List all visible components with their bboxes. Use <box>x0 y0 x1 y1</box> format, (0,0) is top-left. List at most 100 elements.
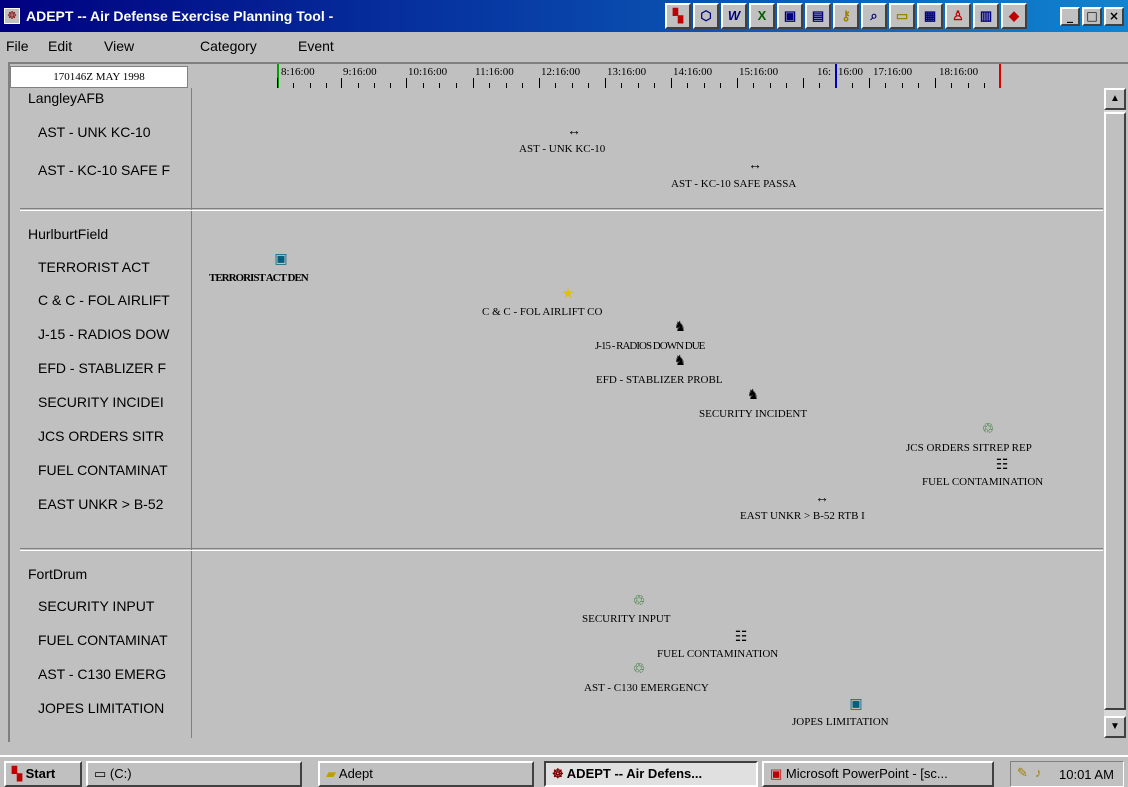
menu-edit[interactable]: Edit <box>48 38 72 54</box>
folder-icon[interactable]: ▭ <box>889 3 915 29</box>
event-label[interactable]: AST - C130 EMERGENCY <box>584 682 709 694</box>
timeline-date: 170146Z MAY 1998 <box>10 66 188 88</box>
row-label[interactable]: EFD - STABLIZER F <box>38 360 190 376</box>
group-title-fortdrum[interactable]: FortDrum <box>28 566 87 582</box>
row-label[interactable]: FUEL CONTAMINAT <box>38 462 190 478</box>
event-label[interactable]: FUEL CONTAMINATION <box>657 648 778 660</box>
knight-icon[interactable]: ♞ <box>672 318 688 334</box>
menu-category[interactable]: Category <box>200 38 257 54</box>
network-icon[interactable]: ♲ <box>631 660 647 676</box>
event-label[interactable]: JOPES LIMITATION <box>792 716 889 728</box>
star-icon[interactable]: ★ <box>560 285 576 301</box>
computer-icon[interactable]: ▣ <box>848 695 864 711</box>
taskbar: ▚ Start ▭ (C:) ▰ Adept ☸ ADEPT -- Air De… <box>0 755 1128 787</box>
volume-icon[interactable]: ♪ <box>1035 765 1042 780</box>
start-label: Start <box>25 766 56 781</box>
group-title-hurlburt[interactable]: HurlburtField <box>28 226 108 242</box>
row-label[interactable]: JCS ORDERS SITR <box>38 428 190 444</box>
row-label[interactable]: SECURITY INCIDEI <box>38 394 190 410</box>
group-title-langley[interactable]: LangleyAFB <box>28 90 104 106</box>
hierarchy-icon[interactable]: ☷ <box>733 628 749 644</box>
event-label[interactable]: SECURITY INCIDENT <box>699 408 807 420</box>
palette-icon[interactable]: ▚ <box>665 3 691 29</box>
row-label[interactable]: TERRORIST ACT <box>38 259 190 275</box>
network-icon[interactable]: ♲ <box>631 592 647 608</box>
diamond-icon[interactable]: ◆ <box>1001 3 1027 29</box>
start-button[interactable]: ▚ Start <box>4 761 82 787</box>
cube-icon[interactable]: ⬡ <box>693 3 719 29</box>
event-label[interactable]: AST - KC-10 SAFE PASSA <box>671 178 796 190</box>
row-label[interactable]: SECURITY INPUT <box>38 598 190 614</box>
event-label[interactable]: EAST UNKR > B-52 RTB I <box>740 510 865 522</box>
tick-label: 9:16:00 <box>343 66 377 78</box>
taskbar-item-adept-window[interactable]: ☸ ADEPT -- Air Defens... <box>544 761 758 787</box>
timeline-plot-area[interactable] <box>193 88 1103 738</box>
presentation-icon[interactable]: ▣ <box>777 3 803 29</box>
row-label[interactable]: EAST UNKR > B-52 <box>38 496 190 512</box>
computer-icon[interactable]: ▣ <box>273 250 289 266</box>
taskbar-item-label: Microsoft PowerPoint - [sc... <box>785 766 948 781</box>
clock[interactable]: 10:01 AM <box>1059 767 1114 782</box>
menu-event[interactable]: Event <box>298 38 334 54</box>
powerpoint-icon: ▣ <box>770 766 783 781</box>
titlebar-toolbar: ▚ ⬡ W X ▣ ▤ ⚷ ⌕ ▭ ▦ ♙ ▥ ◆ <box>665 3 1027 29</box>
menu-view[interactable]: View <box>104 38 134 54</box>
row-label[interactable]: FUEL CONTAMINAT <box>38 632 190 648</box>
pencil-icon[interactable]: ✎ <box>1017 765 1028 781</box>
title-bar[interactable]: ☸ ADEPT -- Air Defense Exercise Planning… <box>0 0 1128 32</box>
knight-icon[interactable]: ♞ <box>672 352 688 368</box>
windows-logo-icon: ▚ <box>12 766 22 781</box>
taskbar-item-label: Adept <box>338 766 373 781</box>
event-label[interactable]: SECURITY INPUT <box>582 613 671 625</box>
menu-file[interactable]: File <box>6 38 29 54</box>
people-icon[interactable]: ♙ <box>945 3 971 29</box>
vertical-scrollbar[interactable]: ▲ ▼ <box>1104 88 1126 738</box>
minimize-button[interactable]: _ <box>1060 7 1080 26</box>
row-label[interactable]: AST - C130 EMERG <box>38 666 190 682</box>
event-label[interactable]: AST - UNK KC-10 <box>519 143 605 155</box>
excel-icon[interactable]: X <box>749 3 775 29</box>
hierarchy-icon[interactable]: ☷ <box>994 456 1010 472</box>
end-marker <box>999 64 1001 88</box>
monitor-icon[interactable]: ▥ <box>973 3 999 29</box>
taskbar-item-label: ADEPT -- Air Defens... <box>566 766 703 781</box>
chart-icon[interactable]: ▤ <box>805 3 831 29</box>
magnifier-icon[interactable]: ⌕ <box>861 3 887 29</box>
scroll-thumb[interactable] <box>1104 112 1126 710</box>
event-label[interactable]: TERRORIST ACT DEN <box>209 272 309 284</box>
tick-label: 11:16:00 <box>475 66 514 78</box>
arrow-double-icon[interactable]: ↔ <box>566 122 582 138</box>
taskbar-item-adept-folder[interactable]: ▰ Adept <box>318 761 534 787</box>
scroll-up-button[interactable]: ▲ <box>1104 88 1126 110</box>
event-label[interactable]: C & C - FOL AIRLIFT CO <box>482 306 602 318</box>
word-icon[interactable]: W <box>721 3 747 29</box>
arrow-double-icon[interactable]: ↔ <box>814 489 830 505</box>
arrow-double-icon[interactable]: ↔ <box>747 156 763 172</box>
row-label[interactable]: J-15 - RADIOS DOW <box>38 326 190 342</box>
tick-label: 15:16:00 <box>739 66 779 78</box>
menu-bar: File Edit View Category Event <box>0 32 1128 58</box>
close-button[interactable]: × <box>1104 7 1124 26</box>
time-ruler[interactable]: 8:16:00 9:16:00 10:16:00 11:16:00 12:16:… <box>193 64 1103 88</box>
event-label[interactable]: EFD - STABLIZER PROBL <box>596 374 723 386</box>
knight-icon[interactable]: ♞ <box>745 386 761 402</box>
tick-label: 17:16:00 <box>873 66 913 78</box>
tick-label: 16: <box>817 66 832 78</box>
row-label[interactable]: C & C - FOL AIRLIFT <box>38 292 190 308</box>
current-time-marker <box>835 64 837 88</box>
event-label[interactable]: J-15 - RADIOS DOWN DUE <box>595 340 705 352</box>
group-separator <box>20 548 1103 551</box>
adept-app-icon[interactable]: ☸ <box>4 8 20 24</box>
taskbar-item-drive[interactable]: ▭ (C:) <box>86 761 302 787</box>
network-icon[interactable]: ♲ <box>980 420 996 436</box>
row-label[interactable]: JOPES LIMITATION <box>38 700 190 716</box>
row-label[interactable]: AST - KC-10 SAFE F <box>38 162 190 178</box>
taskbar-item-powerpoint[interactable]: ▣ Microsoft PowerPoint - [sc... <box>762 761 994 787</box>
key-icon[interactable]: ⚷ <box>833 3 859 29</box>
row-label[interactable]: AST - UNK KC-10 <box>38 124 190 140</box>
scroll-down-button[interactable]: ▼ <box>1104 716 1126 738</box>
maximize-button[interactable]: □ <box>1082 7 1102 26</box>
event-label[interactable]: JCS ORDERS SITREP REP <box>906 442 1032 454</box>
terminal-icon[interactable]: ▦ <box>917 3 943 29</box>
event-label[interactable]: FUEL CONTAMINATION <box>922 476 1043 488</box>
